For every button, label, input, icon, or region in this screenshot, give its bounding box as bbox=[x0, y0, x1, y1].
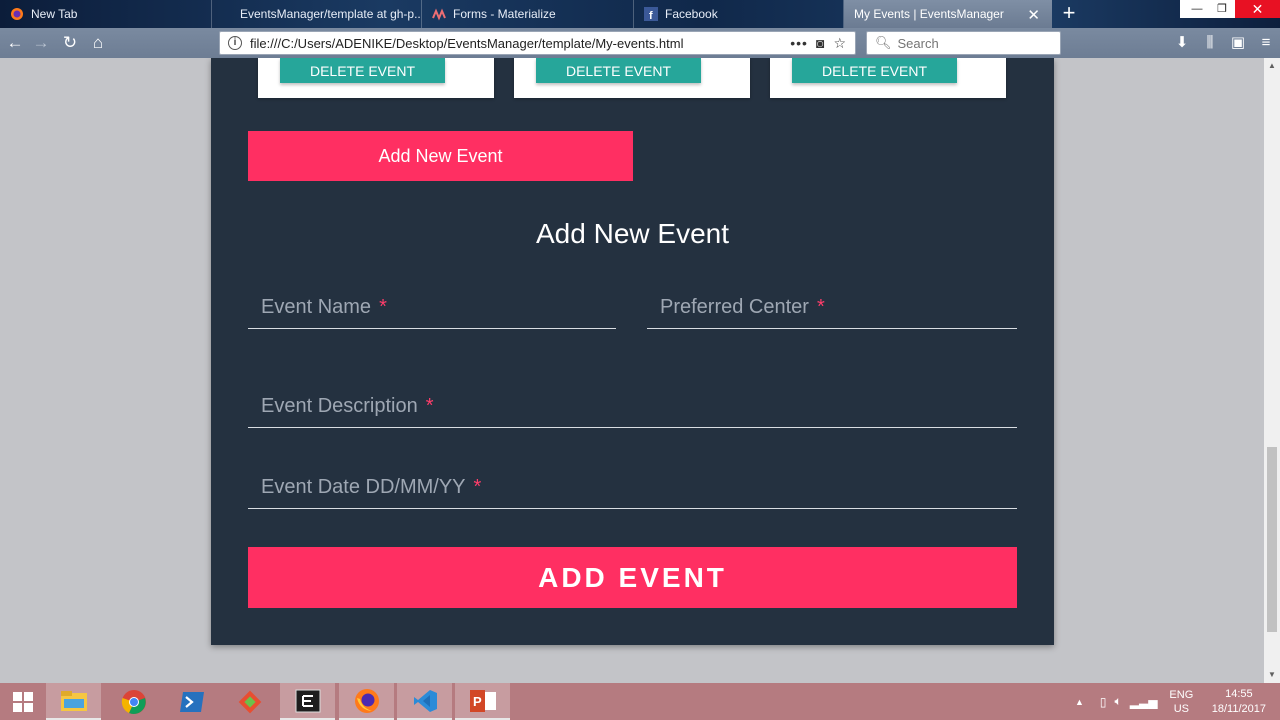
taskbar-terminal[interactable] bbox=[280, 683, 335, 720]
windows-icon bbox=[13, 691, 33, 712]
taskbar-firefox[interactable] bbox=[339, 683, 394, 720]
add-event-submit-button[interactable]: ADD EVENT bbox=[248, 547, 1017, 608]
restore-button[interactable]: ❐ bbox=[1205, 0, 1239, 18]
taskbar-powerpoint[interactable]: P bbox=[455, 683, 510, 720]
file-explorer-icon bbox=[60, 690, 87, 711]
powerpoint-icon: P bbox=[469, 689, 496, 712]
browser-nav-bar: ← → ↻ ⌂ i file:///C:/Users/ADENIKE/Deskt… bbox=[0, 28, 1280, 58]
sidebar-icon[interactable]: ▣ bbox=[1228, 33, 1248, 53]
taskbar-powershell[interactable] bbox=[164, 683, 219, 720]
info-icon[interactable]: i bbox=[228, 36, 242, 50]
delete-event-button[interactable]: DELETE EVENT bbox=[536, 58, 701, 83]
tray-expand-icon[interactable]: ▲ bbox=[1075, 697, 1084, 707]
taskbar-clock[interactable]: 14:55 18/11/2017 bbox=[1212, 687, 1266, 717]
svg-text:P: P bbox=[473, 694, 482, 709]
materialize-icon bbox=[432, 8, 446, 21]
field-label: Preferred Center * bbox=[660, 296, 825, 318]
add-new-event-button[interactable]: Add New Event bbox=[248, 131, 633, 181]
required-mark: * bbox=[473, 476, 482, 498]
tab-facebook[interactable]: f Facebook bbox=[634, 0, 844, 28]
taskbar-vscode[interactable] bbox=[397, 683, 452, 720]
start-button[interactable] bbox=[0, 683, 46, 720]
page-viewport: DELETE EVENT DELETE EVENT DELETE EVENT A… bbox=[0, 58, 1264, 683]
library-icon[interactable]: ⫼ bbox=[1200, 33, 1220, 53]
terminal-icon bbox=[295, 689, 320, 712]
field-label: Event Description * bbox=[261, 395, 434, 417]
facebook-icon: f bbox=[644, 7, 658, 21]
event-card: DELETE EVENT bbox=[770, 58, 1006, 98]
battery-icon[interactable]: ▯ bbox=[1100, 695, 1107, 709]
tab-github[interactable]: EventsManager/template at gh-p... bbox=[212, 0, 422, 28]
volume-icon[interactable]: 🔈︎ bbox=[1115, 694, 1122, 709]
taskbar-file-explorer[interactable] bbox=[46, 683, 101, 720]
git-icon bbox=[238, 690, 261, 713]
scroll-down-icon[interactable]: ▼ bbox=[1264, 667, 1280, 683]
taskbar-chrome[interactable] bbox=[106, 683, 161, 720]
menu-icon[interactable]: ≡ bbox=[1256, 33, 1276, 53]
firefox-icon bbox=[11, 8, 23, 20]
system-tray: ▲ ▯ 🔈︎ ▂▃▅ ENG US bbox=[1075, 683, 1193, 720]
page-scrollbar[interactable]: ▲ ▼ bbox=[1264, 58, 1280, 683]
preferred-center-field[interactable]: Preferred Center * bbox=[647, 279, 1017, 329]
event-card: DELETE EVENT bbox=[514, 58, 750, 98]
delete-event-button[interactable]: DELETE EVENT bbox=[280, 58, 445, 83]
reload-icon[interactable]: ↻ bbox=[59, 32, 81, 54]
required-mark: * bbox=[379, 296, 387, 318]
tab-label: EventsManager/template at gh-p... bbox=[240, 7, 422, 21]
tab-label: My Events | EventsManager bbox=[854, 7, 1004, 21]
chrome-icon bbox=[121, 689, 146, 714]
download-icon[interactable]: ⬇ bbox=[1172, 33, 1192, 53]
tab-materialize[interactable]: Forms - Materialize bbox=[422, 0, 634, 28]
delete-event-button[interactable]: DELETE EVENT bbox=[792, 58, 957, 83]
browser-tab-strip: New Tab EventsManager/template at gh-p..… bbox=[0, 0, 1280, 28]
event-date-field[interactable]: Event Date DD/MM/YY * bbox=[248, 459, 1017, 509]
tab-my-events[interactable]: My Events | EventsManager ✕ bbox=[844, 0, 1052, 28]
field-label: Event Date DD/MM/YY * bbox=[261, 476, 482, 498]
url-bar[interactable]: i file:///C:/Users/ADENIKE/Desktop/Event… bbox=[219, 31, 856, 55]
tab-label: New Tab bbox=[31, 7, 78, 21]
clock-time: 14:55 bbox=[1225, 688, 1253, 700]
page-actions-icon[interactable]: ••• bbox=[790, 35, 808, 51]
tab-label: Facebook bbox=[665, 7, 718, 21]
search-icon: 🔍︎ bbox=[875, 35, 892, 50]
language-indicator[interactable]: ENG US bbox=[1169, 688, 1193, 716]
event-card: DELETE EVENT bbox=[258, 58, 494, 98]
search-input[interactable] bbox=[897, 35, 1048, 51]
bookmark-star-icon[interactable]: ☆ bbox=[833, 35, 847, 52]
vscode-icon bbox=[413, 689, 437, 712]
forward-icon[interactable]: → bbox=[30, 32, 52, 54]
taskbar-git[interactable] bbox=[222, 683, 277, 720]
url-text[interactable]: file:///C:/Users/ADENIKE/Desktop/EventsM… bbox=[250, 36, 790, 51]
search-bar[interactable]: 🔍︎ bbox=[866, 31, 1061, 55]
form-title: Add New Event bbox=[536, 218, 729, 249]
scroll-up-icon[interactable]: ▲ bbox=[1264, 58, 1280, 74]
home-icon[interactable]: ⌂ bbox=[87, 32, 109, 54]
back-icon[interactable]: ← bbox=[4, 32, 26, 54]
new-tab-button[interactable]: + bbox=[1058, 2, 1080, 24]
event-description-field[interactable]: Event Description * bbox=[248, 378, 1017, 428]
scroll-thumb[interactable] bbox=[1267, 447, 1277, 632]
powershell-icon bbox=[179, 691, 204, 712]
firefox-icon bbox=[354, 688, 379, 713]
svg-text:f: f bbox=[649, 10, 653, 21]
windows-taskbar: P ▲ ▯ 🔈︎ ▂▃▅ ENG US 14:55 18/11/2017 bbox=[0, 683, 1280, 720]
required-mark: * bbox=[425, 395, 434, 417]
window-close-button[interactable]: ✕ bbox=[1235, 0, 1280, 18]
event-name-field[interactable]: Event Name * bbox=[248, 279, 616, 329]
tab-new-tab[interactable]: New Tab bbox=[0, 0, 212, 28]
network-icon[interactable]: ▂▃▅ bbox=[1130, 695, 1158, 709]
close-tab-icon[interactable]: ✕ bbox=[1027, 6, 1040, 24]
required-mark: * bbox=[816, 296, 825, 318]
clock-date: 18/11/2017 bbox=[1211, 703, 1266, 715]
field-label: Event Name * bbox=[261, 296, 387, 318]
pocket-icon[interactable]: ◙ bbox=[816, 35, 825, 51]
events-panel: DELETE EVENT DELETE EVENT DELETE EVENT A… bbox=[211, 58, 1054, 645]
tab-label: Forms - Materialize bbox=[453, 7, 556, 21]
